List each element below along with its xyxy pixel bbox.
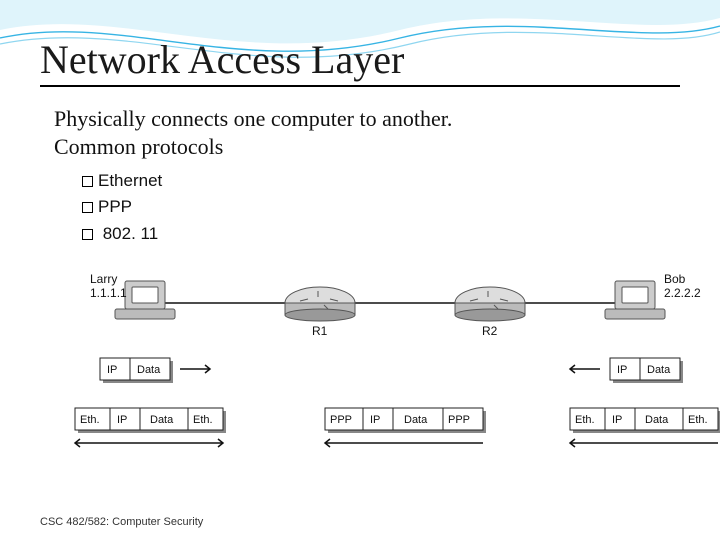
bullet-box-icon — [82, 176, 93, 187]
svg-text:Data: Data — [404, 414, 428, 426]
svg-text:IP: IP — [617, 364, 627, 376]
svg-text:R1: R1 — [312, 324, 328, 338]
svg-text:IP: IP — [612, 414, 622, 426]
protocol-80211: 802. 11 — [82, 221, 680, 247]
bullet-box-icon — [82, 229, 93, 240]
frame-eth-right: Eth. IP Data Eth. — [570, 408, 720, 447]
svg-text:Eth.: Eth. — [575, 414, 595, 426]
frame-ppp-mid: PPP IP Data PPP — [325, 408, 486, 447]
svg-text:Eth.: Eth. — [80, 414, 100, 426]
intro-text: Physically connects one computer to anot… — [40, 105, 680, 160]
router-r1: R1 — [285, 287, 355, 338]
svg-text:PPP: PPP — [448, 414, 470, 426]
svg-text:1.1.1.1: 1.1.1.1 — [90, 286, 127, 300]
svg-text:PPP: PPP — [330, 414, 352, 426]
svg-text:Data: Data — [647, 364, 671, 376]
host-larry: Larry 1.1.1.1 — [90, 272, 175, 319]
svg-text:2.2.2.2: 2.2.2.2 — [664, 286, 701, 300]
svg-text:Data: Data — [645, 414, 669, 426]
svg-text:IP: IP — [107, 364, 117, 376]
protocol-ethernet: Ethernet — [82, 168, 680, 194]
svg-text:R2: R2 — [482, 324, 498, 338]
slide-title: Network Access Layer — [40, 36, 680, 87]
packet-ip-right: IP Data — [570, 358, 683, 383]
svg-text:Eth.: Eth. — [688, 414, 708, 426]
svg-text:Data: Data — [137, 364, 161, 376]
network-diagram: Larry 1.1.1.1 R1 R2 — [60, 263, 660, 473]
bullet-box-icon — [82, 202, 93, 213]
svg-text:Bob: Bob — [664, 272, 686, 286]
slide-footer: CSC 482/582: Computer Security — [40, 516, 203, 528]
protocol-ppp: PPP — [82, 194, 680, 220]
frame-eth-left: Eth. IP Data Eth. — [75, 408, 226, 447]
protocol-list: Ethernet PPP 802. 11 — [40, 168, 680, 247]
svg-text:IP: IP — [117, 414, 127, 426]
intro-line-1: Physically connects one computer to anot… — [54, 105, 680, 133]
svg-text:Larry: Larry — [90, 272, 117, 286]
host-bob: Bob 2.2.2.2 — [605, 272, 701, 319]
router-r2: R2 — [455, 287, 525, 338]
intro-line-2: Common protocols — [54, 133, 680, 161]
svg-text:Data: Data — [150, 414, 174, 426]
svg-text:IP: IP — [370, 414, 380, 426]
svg-text:Eth.: Eth. — [193, 414, 213, 426]
packet-ip-left: IP Data — [100, 358, 210, 383]
